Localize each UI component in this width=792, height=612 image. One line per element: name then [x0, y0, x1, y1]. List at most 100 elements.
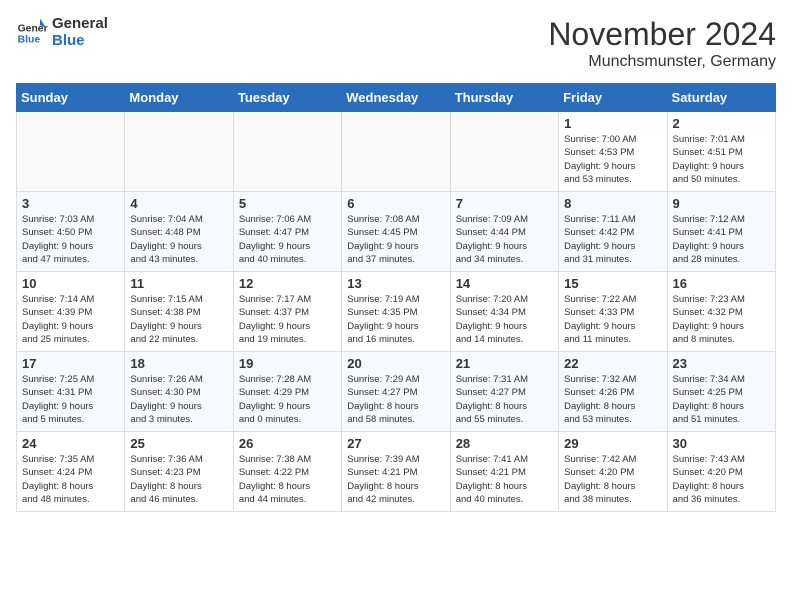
day-info: Sunrise: 7:08 AM Sunset: 4:45 PM Dayligh…	[347, 213, 444, 266]
day-number: 30	[673, 436, 770, 451]
day-info: Sunrise: 7:06 AM Sunset: 4:47 PM Dayligh…	[239, 213, 336, 266]
day-info: Sunrise: 7:35 AM Sunset: 4:24 PM Dayligh…	[22, 453, 119, 506]
day-info: Sunrise: 7:42 AM Sunset: 4:20 PM Dayligh…	[564, 453, 661, 506]
day-info: Sunrise: 7:09 AM Sunset: 4:44 PM Dayligh…	[456, 213, 553, 266]
day-number: 18	[130, 356, 227, 371]
day-info: Sunrise: 7:34 AM Sunset: 4:25 PM Dayligh…	[673, 373, 770, 426]
week-row-3: 10Sunrise: 7:14 AM Sunset: 4:39 PM Dayli…	[17, 272, 776, 352]
col-header-tuesday: Tuesday	[233, 84, 341, 112]
day-cell: 8 Sunrise: 7:11 AM Sunset: 4:42 PM Daylig…	[559, 192, 667, 272]
day-number: 12	[239, 276, 336, 291]
day-cell: 2Sunrise: 7:01 AM Sunset: 4:51 PM Daylig…	[667, 112, 775, 192]
day-number: 1	[564, 116, 661, 131]
day-number: 8	[564, 196, 661, 211]
day-cell: 4Sunrise: 7:04 AM Sunset: 4:48 PM Daylig…	[125, 192, 233, 272]
day-number: 16	[673, 276, 770, 291]
day-cell: 26 Sunrise: 7:38 AM Sunset: 4:22 PM Dayli…	[233, 432, 341, 512]
day-number: 21	[456, 356, 553, 371]
day-number: 29	[564, 436, 661, 451]
day-number: 15	[564, 276, 661, 291]
day-cell	[233, 112, 341, 192]
svg-text:Blue: Blue	[18, 34, 41, 45]
day-cell: 7 Sunrise: 7:09 AM Sunset: 4:44 PM Daylig…	[450, 192, 558, 272]
day-number: 13	[347, 276, 444, 291]
logo-general: General	[52, 16, 108, 33]
day-cell	[125, 112, 233, 192]
day-info: Sunrise: 7:17 AM Sunset: 4:37 PM Dayligh…	[239, 293, 336, 346]
header-row: SundayMondayTuesdayWednesdayThursdayFrid…	[17, 84, 776, 112]
day-number: 23	[673, 356, 770, 371]
day-number: 26	[239, 436, 336, 451]
day-cell: 21 Sunrise: 7:31 AM Sunset: 4:27 PM Dayli…	[450, 352, 558, 432]
day-info: Sunrise: 7:12 AM Sunset: 4:41 PM Dayligh…	[673, 213, 770, 266]
week-row-4: 17Sunrise: 7:25 AM Sunset: 4:31 PM Dayli…	[17, 352, 776, 432]
day-number: 14	[456, 276, 553, 291]
day-cell: 24 Sunrise: 7:35 AM Sunset: 4:24 PM Dayli…	[17, 432, 125, 512]
day-info: Sunrise: 7:19 AM Sunset: 4:35 PM Dayligh…	[347, 293, 444, 346]
day-info: Sunrise: 7:43 AM Sunset: 4:20 PM Dayligh…	[673, 453, 770, 506]
day-cell: 29 Sunrise: 7:42 AM Sunset: 4:20 PM Dayli…	[559, 432, 667, 512]
day-number: 20	[347, 356, 444, 371]
day-info: Sunrise: 7:26 AM Sunset: 4:30 PM Dayligh…	[130, 373, 227, 426]
col-header-saturday: Saturday	[667, 84, 775, 112]
day-number: 19	[239, 356, 336, 371]
header: General Blue General Blue November 2024 …	[16, 16, 776, 71]
day-info: Sunrise: 7:31 AM Sunset: 4:27 PM Dayligh…	[456, 373, 553, 426]
day-cell: 11 Sunrise: 7:15 AM Sunset: 4:38 PM Dayli…	[125, 272, 233, 352]
week-row-5: 24 Sunrise: 7:35 AM Sunset: 4:24 PM Dayli…	[17, 432, 776, 512]
calendar-table: SundayMondayTuesdayWednesdayThursdayFrid…	[16, 83, 776, 512]
day-info: Sunrise: 7:36 AM Sunset: 4:23 PM Dayligh…	[130, 453, 227, 506]
day-cell: 3 Sunrise: 7:03 AM Sunset: 4:50 PM Daylig…	[17, 192, 125, 272]
col-header-thursday: Thursday	[450, 84, 558, 112]
col-header-sunday: Sunday	[17, 84, 125, 112]
day-cell: 22 Sunrise: 7:32 AM Sunset: 4:26 PM Dayli…	[559, 352, 667, 432]
col-header-wednesday: Wednesday	[342, 84, 450, 112]
day-number: 24	[22, 436, 119, 451]
day-cell: 23 Sunrise: 7:34 AM Sunset: 4:25 PM Dayli…	[667, 352, 775, 432]
day-number: 25	[130, 436, 227, 451]
day-cell: 16 Sunrise: 7:23 AM Sunset: 4:32 PM Dayli…	[667, 272, 775, 352]
day-number: 22	[564, 356, 661, 371]
day-cell: 17Sunrise: 7:25 AM Sunset: 4:31 PM Dayli…	[17, 352, 125, 432]
day-info: Sunrise: 7:32 AM Sunset: 4:26 PM Dayligh…	[564, 373, 661, 426]
day-cell: 13 Sunrise: 7:19 AM Sunset: 4:35 PM Dayli…	[342, 272, 450, 352]
day-info: Sunrise: 7:41 AM Sunset: 4:21 PM Dayligh…	[456, 453, 553, 506]
day-info: Sunrise: 7:23 AM Sunset: 4:32 PM Dayligh…	[673, 293, 770, 346]
day-cell: 9 Sunrise: 7:12 AM Sunset: 4:41 PM Daylig…	[667, 192, 775, 272]
day-number: 3	[22, 196, 119, 211]
day-cell	[450, 112, 558, 192]
day-info: Sunrise: 7:15 AM Sunset: 4:38 PM Dayligh…	[130, 293, 227, 346]
day-number: 5	[239, 196, 336, 211]
day-cell: 5 Sunrise: 7:06 AM Sunset: 4:47 PM Daylig…	[233, 192, 341, 272]
week-row-2: 3 Sunrise: 7:03 AM Sunset: 4:50 PM Daylig…	[17, 192, 776, 272]
day-info: Sunrise: 7:11 AM Sunset: 4:42 PM Dayligh…	[564, 213, 661, 266]
week-row-1: 1Sunrise: 7:00 AM Sunset: 4:53 PM Daylig…	[17, 112, 776, 192]
day-number: 27	[347, 436, 444, 451]
day-cell: 10Sunrise: 7:14 AM Sunset: 4:39 PM Dayli…	[17, 272, 125, 352]
day-number: 28	[456, 436, 553, 451]
day-number: 7	[456, 196, 553, 211]
day-cell	[17, 112, 125, 192]
day-info: Sunrise: 7:14 AM Sunset: 4:39 PM Dayligh…	[22, 293, 119, 346]
location-title: Munchsmunster, Germany	[548, 53, 776, 71]
day-number: 6	[347, 196, 444, 211]
day-cell: 20 Sunrise: 7:29 AM Sunset: 4:27 PM Dayli…	[342, 352, 450, 432]
day-cell: 27Sunrise: 7:39 AM Sunset: 4:21 PM Dayli…	[342, 432, 450, 512]
col-header-monday: Monday	[125, 84, 233, 112]
day-cell: 18 Sunrise: 7:26 AM Sunset: 4:30 PM Dayli…	[125, 352, 233, 432]
day-number: 9	[673, 196, 770, 211]
day-cell: 14Sunrise: 7:20 AM Sunset: 4:34 PM Dayli…	[450, 272, 558, 352]
day-info: Sunrise: 7:29 AM Sunset: 4:27 PM Dayligh…	[347, 373, 444, 426]
day-info: Sunrise: 7:38 AM Sunset: 4:22 PM Dayligh…	[239, 453, 336, 506]
day-info: Sunrise: 7:03 AM Sunset: 4:50 PM Dayligh…	[22, 213, 119, 266]
day-info: Sunrise: 7:01 AM Sunset: 4:51 PM Dayligh…	[673, 133, 770, 186]
day-cell: 19Sunrise: 7:28 AM Sunset: 4:29 PM Dayli…	[233, 352, 341, 432]
day-number: 11	[130, 276, 227, 291]
title-area: November 2024 Munchsmunster, Germany	[548, 16, 776, 71]
day-info: Sunrise: 7:04 AM Sunset: 4:48 PM Dayligh…	[130, 213, 227, 266]
day-cell: 15 Sunrise: 7:22 AM Sunset: 4:33 PM Dayli…	[559, 272, 667, 352]
col-header-friday: Friday	[559, 84, 667, 112]
day-cell: 1Sunrise: 7:00 AM Sunset: 4:53 PM Daylig…	[559, 112, 667, 192]
day-info: Sunrise: 7:22 AM Sunset: 4:33 PM Dayligh…	[564, 293, 661, 346]
logo-blue: Blue	[52, 33, 108, 50]
